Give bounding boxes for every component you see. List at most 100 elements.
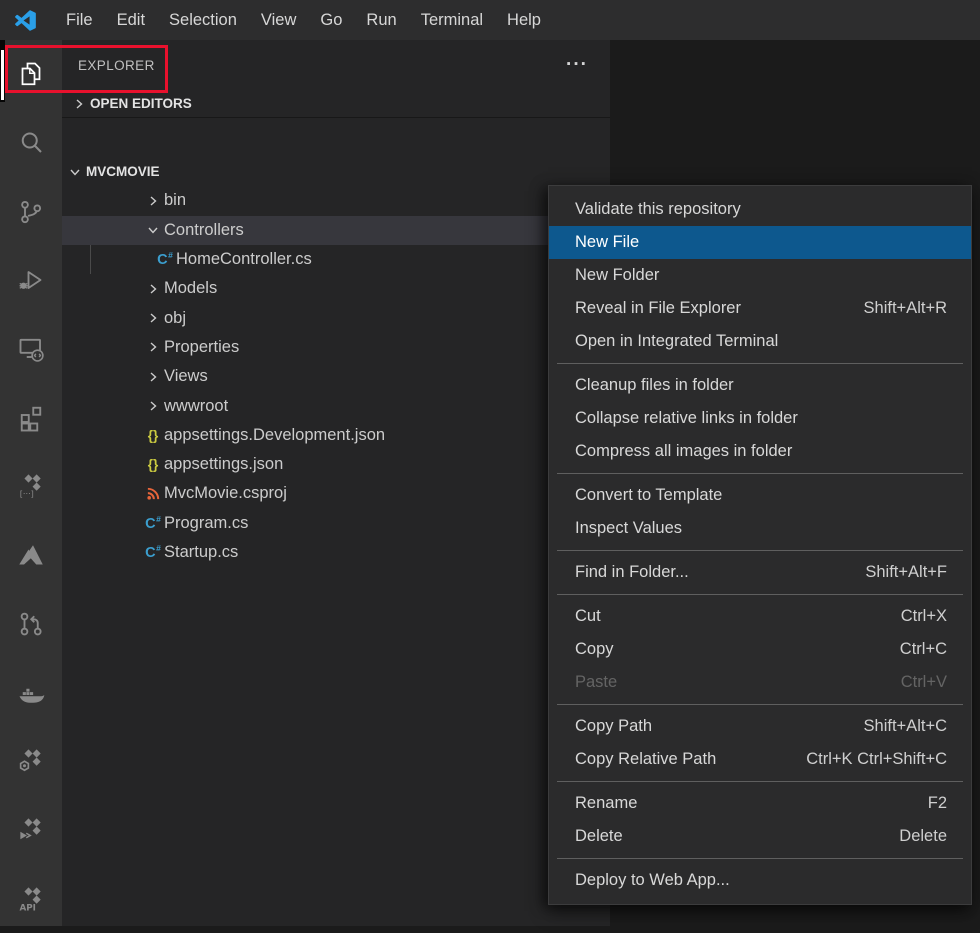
tree-item-label: wwwroot (164, 397, 228, 416)
menu-item-copy[interactable]: CopyCtrl+C (549, 633, 971, 666)
menu-item-label: Find in Folder... (575, 563, 689, 582)
activity-search-button[interactable] (0, 109, 62, 178)
open-editors-label: OPEN EDITORS (90, 96, 192, 111)
menubar-item-help[interactable]: Help (495, 0, 553, 40)
activity-source-control-button[interactable] (0, 177, 62, 246)
tree-folder-mvcmovie[interactable]: MVCMOVIE (62, 157, 610, 186)
menu-item-shortcut: Shift+Alt+R (864, 299, 947, 318)
menu-item-collapse-relative-links-in-folder[interactable]: Collapse relative links in folder (549, 402, 971, 435)
github-pull-requests-icon (16, 609, 46, 639)
extensions-icon (16, 403, 46, 433)
tree-folder-models[interactable]: Models (62, 274, 610, 303)
menubar-item-edit[interactable]: Edit (105, 0, 157, 40)
menu-item-cleanup-files-in-folder[interactable]: Cleanup files in folder (549, 369, 971, 402)
activity-explorer-button[interactable] (0, 40, 62, 109)
menu-item-label: Validate this repository (575, 200, 741, 219)
tree-folder-properties[interactable]: Properties (62, 333, 610, 362)
activity-extensions-button[interactable] (0, 383, 62, 452)
tree-item-label: Views (164, 367, 208, 386)
menu-item-label: New File (575, 233, 639, 252)
menubar-item-file[interactable]: File (54, 0, 105, 40)
json-file-icon: {} (148, 458, 159, 472)
tree-item-label: Models (164, 279, 217, 298)
tree-file-mvcmovie-csproj[interactable]: MvcMovie.csproj (62, 479, 610, 508)
tree-file-appsettings-json[interactable]: {} appsettings.json (62, 450, 610, 479)
activity-azure-api-management-button[interactable]: API (0, 864, 62, 933)
tree-item-label: bin (164, 191, 186, 210)
chevron-right-icon (142, 339, 164, 355)
tree-file-program-cs[interactable]: C#Program.cs (62, 509, 610, 538)
menu-item-label: Copy (575, 640, 614, 659)
tree-item-label: Properties (164, 338, 239, 357)
chevron-down-icon (64, 164, 86, 180)
tree-folder-wwwroot[interactable]: wwwroot (62, 391, 610, 420)
menu-item-shortcut: F2 (928, 794, 947, 813)
menubar-item-run[interactable]: Run (354, 0, 408, 40)
tree-folder-obj[interactable]: obj (62, 303, 610, 332)
tree-item-label: Startup.cs (164, 543, 238, 562)
activity-azure-stream-analytics-button[interactable] (0, 796, 62, 865)
tree-file-homecontroller-cs[interactable]: C#HomeController.cs (62, 245, 610, 274)
menubar-item-selection[interactable]: Selection (157, 0, 249, 40)
azure-iot-hub-icon (16, 746, 46, 776)
menu-item-inspect-values[interactable]: Inspect Values (549, 512, 971, 545)
run-and-debug-icon (16, 265, 46, 295)
menu-bar: FileEditSelectionViewGoRunTerminalHelp (54, 0, 553, 40)
menu-item-deploy-to-web-app[interactable]: Deploy to Web App... (549, 864, 971, 897)
menubar-item-view[interactable]: View (249, 0, 308, 40)
tree-folder-views[interactable]: Views (62, 362, 610, 391)
menu-item-open-in-integrated-terminal[interactable]: Open in Integrated Terminal (549, 325, 971, 358)
menu-item-convert-to-template[interactable]: Convert to Template (549, 479, 971, 512)
menu-item-paste[interactable]: PasteCtrl+V (549, 666, 971, 699)
menu-item-label: Compress all images in folder (575, 442, 792, 461)
title-bar: FileEditSelectionViewGoRunTerminalHelp (0, 0, 980, 40)
menu-item-label: Cut (575, 607, 601, 626)
activity-azure-iot-hub-button[interactable] (0, 727, 62, 796)
tree-folder-bin[interactable]: bin (62, 186, 610, 215)
explorer-icon (16, 59, 46, 89)
activity-docker-button[interactable] (0, 658, 62, 727)
menu-item-copy-relative-path[interactable]: Copy Relative PathCtrl+K Ctrl+Shift+C (549, 743, 971, 776)
azure-stream-analytics-icon (16, 815, 46, 845)
chevron-right-icon (142, 398, 164, 414)
menu-item-label: New Folder (575, 266, 659, 285)
more-actions-button[interactable]: ··· (566, 60, 588, 70)
menu-item-delete[interactable]: DeleteDelete (549, 820, 971, 853)
activity-run-and-debug-button[interactable] (0, 246, 62, 315)
menu-item-label: Copy Relative Path (575, 750, 716, 769)
menu-item-cut[interactable]: CutCtrl+X (549, 600, 971, 633)
activity-github-pull-requests-button[interactable] (0, 590, 62, 659)
menu-item-new-folder[interactable]: New Folder (549, 259, 971, 292)
azure-api-management-icon: API (16, 884, 46, 914)
search-icon (16, 128, 46, 158)
menu-item-label: Inspect Values (575, 519, 682, 538)
open-editors-section[interactable]: OPEN EDITORS (62, 90, 610, 118)
csharp-file-icon: C# (145, 515, 161, 531)
menu-separator (557, 781, 963, 782)
menubar-item-terminal[interactable]: Terminal (409, 0, 495, 40)
menu-item-label: Reveal in File Explorer (575, 299, 741, 318)
menu-item-validate-this-repository[interactable]: Validate this repository (549, 193, 971, 226)
menu-item-compress-all-images-in-folder[interactable]: Compress all images in folder (549, 435, 971, 468)
menu-item-reveal-in-file-explorer[interactable]: Reveal in File Explorer Shift+Alt+R (549, 292, 971, 325)
menu-item-find-in-folder[interactable]: Find in Folder...Shift+Alt+F (549, 556, 971, 589)
menu-item-label: Rename (575, 794, 637, 813)
menu-item-new-file[interactable]: New File (549, 226, 971, 259)
activity-remote-explorer-button[interactable] (0, 315, 62, 384)
menu-item-rename[interactable]: Rename F2 (549, 787, 971, 820)
context-menu: Validate this repository New File New Fold… (548, 185, 972, 905)
tree-file-appsettings-development-json[interactable]: {}appsettings.Development.json (62, 421, 610, 450)
menubar-item-go[interactable]: Go (308, 0, 354, 40)
menu-item-copy-path[interactable]: Copy PathShift+Alt+C (549, 710, 971, 743)
activity-azure-iot-edge-button[interactable]: [···] (0, 452, 62, 521)
tree-item-label: MVCMOVIE (86, 164, 160, 179)
activity-azure-button[interactable] (0, 521, 62, 590)
tree-file-startup-cs[interactable]: C#Startup.cs (62, 538, 610, 567)
tree-folder-controllers[interactable]: Controllers (62, 216, 610, 245)
menu-item-label: Open in Integrated Terminal (575, 332, 778, 351)
menu-item-label: Delete (575, 827, 623, 846)
remote-explorer-icon (16, 334, 46, 364)
menu-separator (557, 550, 963, 551)
tree-item-label: appsettings.json (164, 455, 283, 474)
menu-item-shortcut: Ctrl+V (901, 673, 947, 692)
